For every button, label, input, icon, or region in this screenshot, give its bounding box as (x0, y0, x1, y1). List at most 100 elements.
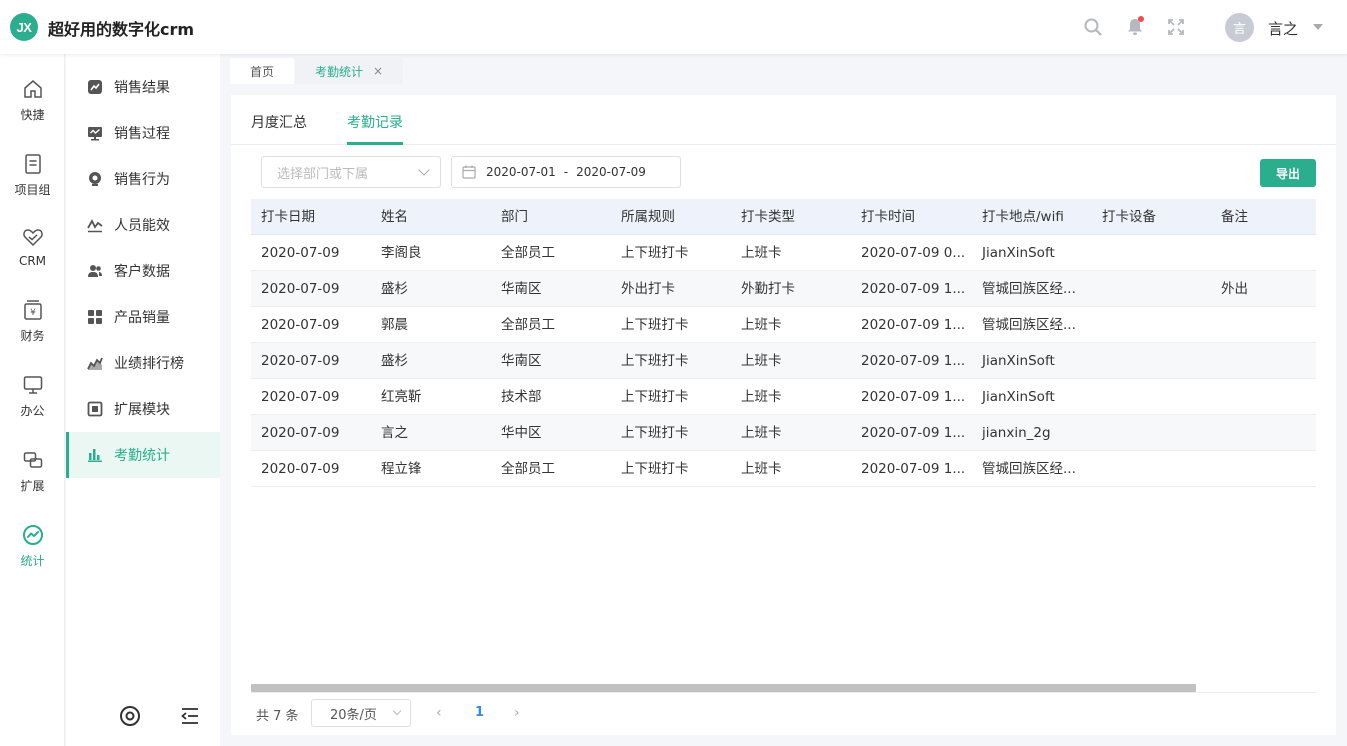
avatar[interactable]: 言 (1225, 13, 1254, 42)
chevron-down-icon[interactable] (1313, 24, 1323, 30)
tab-attendance-records[interactable]: 考勤记录 (347, 112, 403, 132)
table-cell: 2020-07-09 1... (861, 317, 966, 333)
subnav-item-attendance[interactable]: 考勤统计 (66, 432, 220, 478)
table-cell: 技术部 (501, 389, 542, 405)
subnav-item-sales-behavior[interactable]: 销售行为 (66, 156, 220, 202)
app-logo[interactable]: JX (10, 13, 38, 41)
table-cell: 2020-07-09 (261, 461, 340, 477)
top-header: JX 超好用的数字化crm 言 言之 (0, 0, 1347, 54)
rail-item-office[interactable]: 办公 (0, 374, 65, 430)
column-header[interactable]: 所属规则 (611, 199, 731, 235)
subnav-item-extend-module[interactable]: 扩展模块 (66, 386, 220, 432)
table-cell: 上班卡 (741, 425, 782, 441)
table-row[interactable]: 2020-07-09 程立锋 全部员工 上下班打卡 上班卡 2020-07-09 1...… (251, 451, 1316, 487)
subnav-item-label: 销售结果 (114, 80, 170, 96)
table-cell (1092, 451, 1211, 487)
prev-page-button[interactable]: ‹ (436, 705, 442, 721)
table-cell (1092, 271, 1211, 307)
table-cell: 上班卡 (741, 389, 782, 405)
subnav-item-efficiency[interactable]: 人员能效 (66, 202, 220, 248)
table-header-row: 打卡日期 姓名 部门 所属规则 打卡类型 打卡时间 打卡地点/wifi 打卡设备 备注 (251, 199, 1316, 235)
active-tab-indicator (347, 142, 403, 145)
table-row[interactable]: 2020-07-09 言之 华中区 上下班打卡 上班卡 2020-07-09 1... ji… (251, 415, 1316, 451)
table-cell (1211, 451, 1316, 487)
column-header[interactable]: 打卡时间 (851, 199, 972, 235)
close-icon[interactable]: × (373, 64, 383, 78)
rail-item-quick[interactable]: 快捷 (0, 78, 65, 134)
rail-item-extend[interactable]: 扩展 (0, 449, 65, 505)
table-cell (1092, 379, 1211, 415)
export-button[interactable]: 导出 (1260, 159, 1316, 187)
sales-result-icon (86, 78, 104, 96)
table-cell: 上班卡 (741, 317, 782, 333)
date-range-picker[interactable]: 2020-07-01 - 2020-07-09 (451, 156, 681, 188)
table-cell: 管城回族区经... (982, 461, 1076, 477)
table-cell: 2020-07-09 (261, 425, 340, 441)
product-icon (86, 308, 104, 326)
date-start[interactable]: 2020-07-01 (486, 165, 556, 179)
column-header[interactable]: 打卡地点/wifi (972, 199, 1092, 235)
subnav-item-label: 产品销量 (114, 310, 170, 326)
settings-circle-icon[interactable] (118, 704, 142, 728)
fullscreen-icon[interactable] (1165, 16, 1187, 38)
user-name[interactable]: 言之 (1268, 18, 1298, 39)
chevron-down-icon (418, 164, 430, 176)
rail-item-finance[interactable]: ¥ 财务 (0, 299, 65, 355)
table-row[interactable]: 2020-07-09 李阁良 全部员工 上下班打卡 上班卡 2020-07-09 0...… (251, 235, 1316, 271)
table-row[interactable]: 2020-07-09 盛杉 华南区 上下班打卡 上班卡 2020-07-09 1... Ji… (251, 343, 1316, 379)
page-number-1[interactable]: 1 (475, 705, 484, 720)
table-cell: 外出 (1221, 281, 1248, 297)
next-page-button[interactable]: › (514, 705, 520, 721)
table-cell: 上下班打卡 (621, 245, 689, 261)
tab-monthly-summary[interactable]: 月度汇总 (251, 112, 307, 132)
search-icon[interactable] (1082, 16, 1104, 38)
horizontal-scrollbar[interactable] (251, 684, 1196, 692)
customer-icon (86, 262, 104, 280)
rail-item-label: 扩展 (20, 479, 45, 493)
inner-tabs: 月度汇总 考勤记录 (231, 95, 1336, 145)
attendance-icon (86, 446, 104, 464)
table-cell: 上下班打卡 (621, 425, 689, 441)
rail-item-stats[interactable]: 统计 (0, 524, 65, 580)
ranking-icon (86, 354, 104, 372)
table-row[interactable]: 2020-07-09 郭晨 全部员工 上下班打卡 上班卡 2020-07-09 1... 管… (251, 307, 1316, 343)
column-header[interactable]: 备注 (1211, 199, 1316, 235)
tab-attendance[interactable]: 考勤统计 × (295, 58, 404, 84)
column-header[interactable]: 部门 (491, 199, 611, 235)
table-cell (1092, 343, 1211, 379)
rail-item-crm[interactable]: CRM (0, 226, 65, 282)
table-cell: 华中区 (501, 425, 542, 441)
tab-home[interactable]: 首页 (230, 58, 295, 84)
page-size-select[interactable]: 20条/页 (311, 699, 411, 727)
date-separator: - (563, 165, 569, 179)
column-header[interactable]: 打卡设备 (1092, 199, 1211, 235)
table-row[interactable]: 2020-07-09 红亮靳 技术部 上下班打卡 上班卡 2020-07-09 1... J… (251, 379, 1316, 415)
subnav-item-ranking[interactable]: 业绩排行榜 (66, 340, 220, 386)
table-cell: 2020-07-09 (261, 281, 340, 297)
subnav-item-customer-data[interactable]: 客户数据 (66, 248, 220, 294)
subnav-item-sales-result[interactable]: 销售结果 (66, 64, 220, 110)
column-header[interactable]: 姓名 (371, 199, 491, 235)
sales-behavior-icon (86, 170, 104, 188)
table-row[interactable]: 2020-07-09 盛杉 华南区 外出打卡 外勤打卡 2020-07-09 1... 管城… (251, 271, 1316, 307)
table-cell (1211, 307, 1316, 343)
collapse-menu-icon[interactable] (178, 704, 202, 728)
table-cell (1092, 235, 1211, 271)
subnav-item-sales-process[interactable]: 销售过程 (66, 110, 220, 156)
tab-label: 考勤统计 (315, 64, 364, 79)
bell-icon[interactable] (1124, 16, 1146, 38)
table-cell: 2020-07-09 1... (861, 353, 966, 369)
table-cell: 红亮靳 (381, 389, 422, 405)
rail-item-project-group[interactable]: 项目组 (0, 153, 65, 209)
subnav-item-label: 人员能效 (114, 218, 170, 234)
column-header[interactable]: 打卡日期 (251, 199, 371, 235)
table-cell: 李阁良 (381, 245, 422, 261)
dept-select[interactable]: 选择部门或下属 (261, 156, 441, 188)
date-end[interactable]: 2020-07-09 (576, 165, 646, 179)
document-icon (24, 154, 41, 174)
subnav-item-product-sales[interactable]: 产品销量 (66, 294, 220, 340)
main-panel: 月度汇总 考勤记录 选择部门或下属 2020-07-01 - 2020-07-0… (231, 95, 1336, 735)
column-header[interactable]: 打卡类型 (731, 199, 851, 235)
table-cell: 外勤打卡 (741, 281, 795, 297)
rail-item-label: CRM (18, 254, 47, 268)
